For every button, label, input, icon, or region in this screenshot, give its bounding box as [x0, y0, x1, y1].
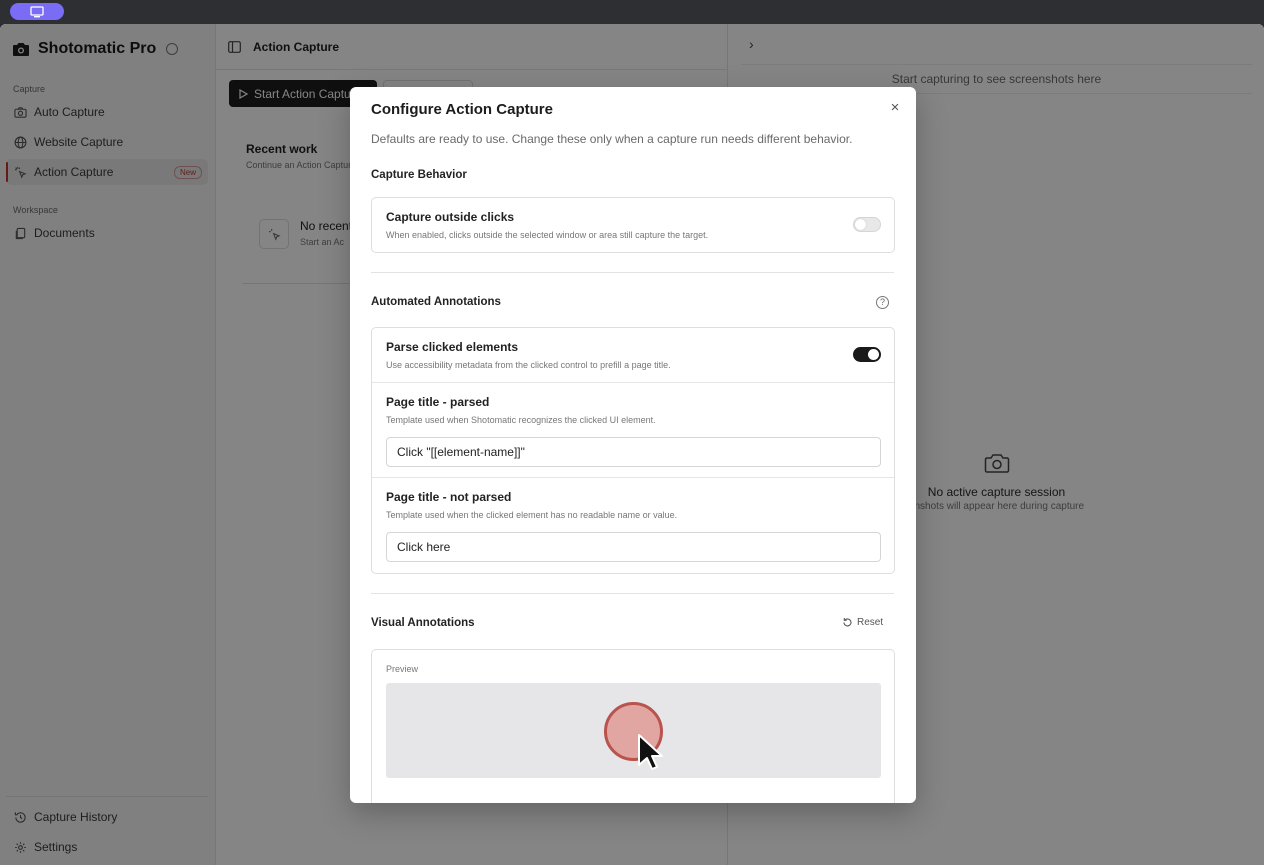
capture-behavior-card: Capture outside clicks When enabled, cli…: [371, 197, 895, 253]
app-switcher-pill[interactable]: [10, 3, 64, 20]
section-divider: [371, 593, 894, 594]
parse-elements-description: Use accessibility metadata from the clic…: [386, 360, 671, 370]
outside-clicks-toggle[interactable]: [853, 217, 881, 232]
parsed-title-description: Template used when Shotomatic recognizes…: [386, 415, 656, 425]
close-icon[interactable]: ×: [888, 100, 902, 115]
preview-canvas: [386, 683, 881, 778]
parse-elements-label: Parse clicked elements: [386, 340, 519, 354]
not-parsed-title-input[interactable]: Click here: [386, 532, 881, 562]
parse-elements-toggle[interactable]: [853, 347, 881, 362]
not-parsed-title-label: Page title - not parsed: [386, 490, 512, 504]
automated-annotations-heading: Automated Annotations: [371, 296, 501, 308]
section-divider: [371, 272, 894, 273]
screen-icon: [30, 5, 44, 17]
reset-label: Reset: [857, 617, 884, 628]
not-parsed-title-row: Page title - not parsed Template used wh…: [372, 478, 894, 573]
parsed-title-label: Page title - parsed: [386, 395, 490, 409]
dialog-description: Defaults are ready to use. Change these …: [371, 132, 853, 146]
reset-icon: [843, 618, 852, 627]
visual-preview-card: Preview: [371, 649, 895, 803]
cursor-icon: [638, 734, 663, 770]
automated-annotations-card: Parse clicked elements Use accessibility…: [371, 327, 895, 574]
outside-clicks-row: Capture outside clicks When enabled, cli…: [372, 198, 894, 252]
configure-action-capture-dialog: Configure Action Capture × Defaults are …: [350, 87, 916, 803]
help-icon[interactable]: ?: [876, 296, 889, 309]
capture-behavior-heading: Capture Behavior: [371, 169, 467, 181]
outside-clicks-description: When enabled, clicks outside the selecte…: [386, 230, 709, 240]
visual-annotations-heading: Visual Annotations: [371, 617, 475, 629]
outside-clicks-label: Capture outside clicks: [386, 210, 515, 224]
reset-button[interactable]: Reset: [842, 617, 883, 628]
parsed-title-input[interactable]: Click "[[element-name]]": [386, 437, 881, 467]
window-titlebar: [0, 0, 1264, 24]
parsed-title-row: Page title - parsed Template used when S…: [372, 383, 894, 478]
not-parsed-title-description: Template used when the clicked element h…: [386, 510, 678, 520]
parse-elements-row: Parse clicked elements Use accessibility…: [372, 328, 894, 383]
dialog-title: Configure Action Capture: [371, 101, 553, 118]
preview-label: Preview: [386, 664, 419, 674]
